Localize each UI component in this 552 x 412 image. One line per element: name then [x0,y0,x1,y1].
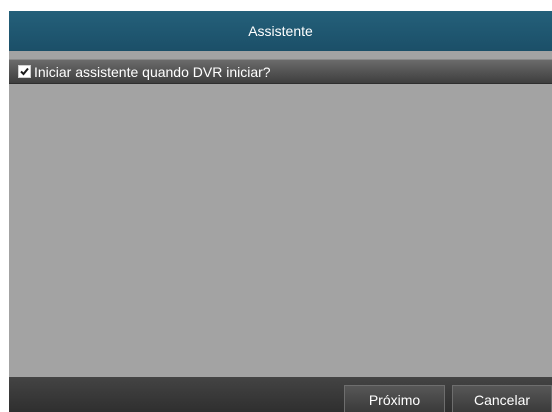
start-wizard-option-row[interactable]: Iniciar assistente quando DVR iniciar? [9,59,552,84]
dialog-titlebar: Assistente [9,11,552,51]
next-button[interactable]: Próximo [344,385,445,412]
dialog-title: Assistente [248,23,313,39]
dialog-footer: Próximo Cancelar [9,377,552,412]
start-wizard-checkbox[interactable] [18,65,31,78]
start-wizard-label: Iniciar assistente quando DVR iniciar? [34,63,271,80]
checkmark-icon [20,67,29,76]
dialog-content-area [9,84,552,377]
wizard-dialog: Assistente Iniciar assistente quando DVR… [9,11,552,412]
cancel-button[interactable]: Cancelar [452,385,552,412]
